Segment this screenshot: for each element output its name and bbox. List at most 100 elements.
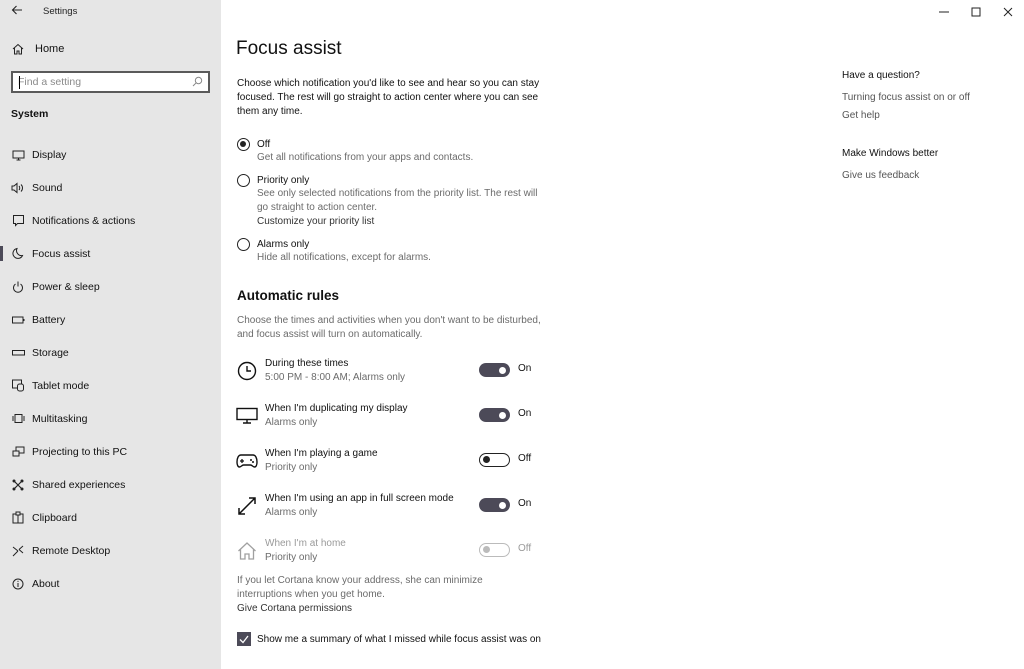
rule-duplicating-display[interactable]: When I'm duplicating my display Alarms o… (235, 401, 555, 446)
maximize-button[interactable] (960, 0, 992, 24)
maximize-icon (971, 7, 981, 17)
sidebar-item-about[interactable]: About (0, 567, 221, 600)
rule-toggle[interactable] (479, 408, 510, 422)
close-icon (1003, 7, 1013, 17)
sidebar-item-display[interactable]: Display (0, 138, 221, 171)
radio-off[interactable]: Off Get all notifications from your apps… (237, 138, 547, 165)
question-heading: Have a question? (842, 70, 920, 81)
summary-checkbox[interactable]: Show me a summary of what I missed while… (237, 632, 541, 646)
rule-subtitle: Priority only (265, 552, 318, 563)
toggle-state: Off (518, 543, 532, 554)
rule-subtitle: Priority only (265, 462, 318, 473)
sidebar-item-storage[interactable]: Storage (0, 336, 221, 369)
sound-icon (11, 181, 25, 195)
intro-text: Choose which notification you'd like to … (237, 78, 540, 117)
rule-toggle[interactable] (479, 363, 510, 377)
rule-toggle[interactable] (479, 453, 510, 467)
clock-icon (235, 359, 259, 383)
info-icon (11, 577, 25, 591)
sidebar-item-focus-assist[interactable]: Focus assist (0, 237, 221, 270)
radio-button[interactable] (237, 238, 250, 251)
sidebar-item-power-sleep[interactable]: Power & sleep (0, 270, 221, 303)
sidebar-item-sound[interactable]: Sound (0, 171, 221, 204)
sidebar-item-notifications[interactable]: Notifications & actions (0, 204, 221, 237)
checkbox-label[interactable]: Show me a summary of what I missed while… (257, 634, 541, 645)
turning-focus-assist-link[interactable]: Turning focus assist on or off (842, 92, 1022, 103)
radio-button[interactable] (237, 138, 250, 151)
rule-toggle (479, 543, 510, 557)
sidebar-item-remote-desktop[interactable]: Remote Desktop (0, 534, 221, 567)
sidebar-item-label: About (32, 577, 60, 590)
radio-description: Get all notifications from your apps and… (257, 152, 474, 163)
sidebar-item-label: Sound (32, 181, 63, 194)
radio-priority-only[interactable]: Priority only See only selected notifica… (237, 174, 547, 229)
sidebar-item-label: Notifications & actions (32, 214, 136, 227)
home-label: Home (35, 43, 65, 55)
automatic-rules-heading: Automatic rules (237, 288, 340, 303)
rule-toggle[interactable] (479, 498, 510, 512)
sidebar-home[interactable]: Home (11, 42, 64, 56)
sidebar-item-label: Focus assist (32, 247, 91, 260)
sidebar-item-label: Display (32, 148, 67, 161)
toggle-state: On (518, 363, 532, 374)
checkbox[interactable] (237, 632, 251, 646)
sidebar-item-multitasking[interactable]: Multitasking (0, 402, 221, 435)
rule-title[interactable]: When I'm duplicating my display (265, 402, 408, 415)
sidebar-item-tablet-mode[interactable]: Tablet mode (0, 369, 221, 402)
get-help-link[interactable]: Get help (842, 110, 1022, 121)
sidebar-item-projecting[interactable]: Projecting to this PC (0, 435, 221, 468)
sidebar-item-shared-experiences[interactable]: Shared experiences (0, 468, 221, 501)
sidebar-item-label: Storage (32, 346, 69, 359)
radio-alarms-only[interactable]: Alarms only Hide all notifications, exce… (237, 238, 547, 265)
minimize-button[interactable] (928, 0, 960, 24)
radio-label[interactable]: Alarms only (257, 238, 547, 251)
main-content: Focus assist Choose which notification y… (221, 0, 1024, 669)
search-icon[interactable] (192, 76, 203, 90)
cortana-text: If you let Cortana know your address, sh… (237, 575, 483, 600)
moon-icon (11, 247, 25, 261)
radio-label[interactable]: Priority only (257, 174, 547, 187)
search-input[interactable] (13, 73, 183, 91)
rule-playing-game[interactable]: When I'm playing a game Priority only Of… (235, 446, 555, 491)
back-button[interactable] (11, 4, 23, 19)
shared-experiences-icon (11, 478, 25, 492)
give-feedback-link[interactable]: Give us feedback (842, 170, 1022, 181)
rule-title[interactable]: When I'm playing a game (265, 447, 378, 460)
projecting-icon (11, 445, 25, 459)
sidebar-item-label: Remote Desktop (32, 544, 111, 557)
search-box[interactable] (11, 71, 210, 93)
rule-title[interactable]: During these times (265, 357, 348, 370)
window-controls (928, 0, 1024, 24)
section-heading: System (11, 108, 49, 120)
sidebar-item-clipboard[interactable]: Clipboard (0, 501, 221, 534)
sidebar-item-label: Battery (32, 313, 66, 326)
rule-subtitle: Alarms only (265, 417, 318, 428)
automatic-rules-description: Choose the times and activities when you… (237, 315, 541, 340)
monitor-icon (235, 404, 259, 428)
radio-description: See only selected notifications from the… (257, 188, 538, 213)
cortana-permissions-link[interactable]: Give Cortana permissions (237, 603, 352, 614)
help-panel: Have a question? Turning focus assist on… (842, 70, 1022, 188)
radio-button[interactable] (237, 174, 250, 187)
rule-full-screen-app[interactable]: When I'm using an app in full screen mod… (235, 491, 555, 536)
rule-during-these-times[interactable]: During these times 5:00 PM - 8:00 AM; Al… (235, 356, 555, 401)
sidebar: Settings Home System Display Sound Notif… (0, 0, 221, 669)
home-icon (235, 539, 259, 563)
battery-icon (11, 313, 25, 327)
toggle-state: On (518, 498, 532, 509)
tablet-mode-icon (11, 379, 25, 393)
sidebar-item-battery[interactable]: Battery (0, 303, 221, 336)
rule-title[interactable]: When I'm using an app in full screen mod… (265, 492, 454, 505)
toggle-state: On (518, 408, 532, 419)
display-icon (11, 148, 25, 162)
toggle-state: Off (518, 453, 532, 464)
focus-mode-radio-group: Off Get all notifications from your apps… (237, 138, 547, 274)
radio-label[interactable]: Off (257, 138, 547, 151)
customize-priority-list-link[interactable]: Customize your priority list (257, 215, 547, 229)
close-button[interactable] (992, 0, 1024, 24)
app-title: Settings (43, 6, 78, 17)
home-icon (11, 42, 25, 56)
sidebar-item-label: Power & sleep (32, 280, 100, 293)
sidebar-item-label: Shared experiences (32, 478, 126, 491)
sidebar-nav: Display Sound Notifications & actions Fo… (0, 138, 221, 600)
